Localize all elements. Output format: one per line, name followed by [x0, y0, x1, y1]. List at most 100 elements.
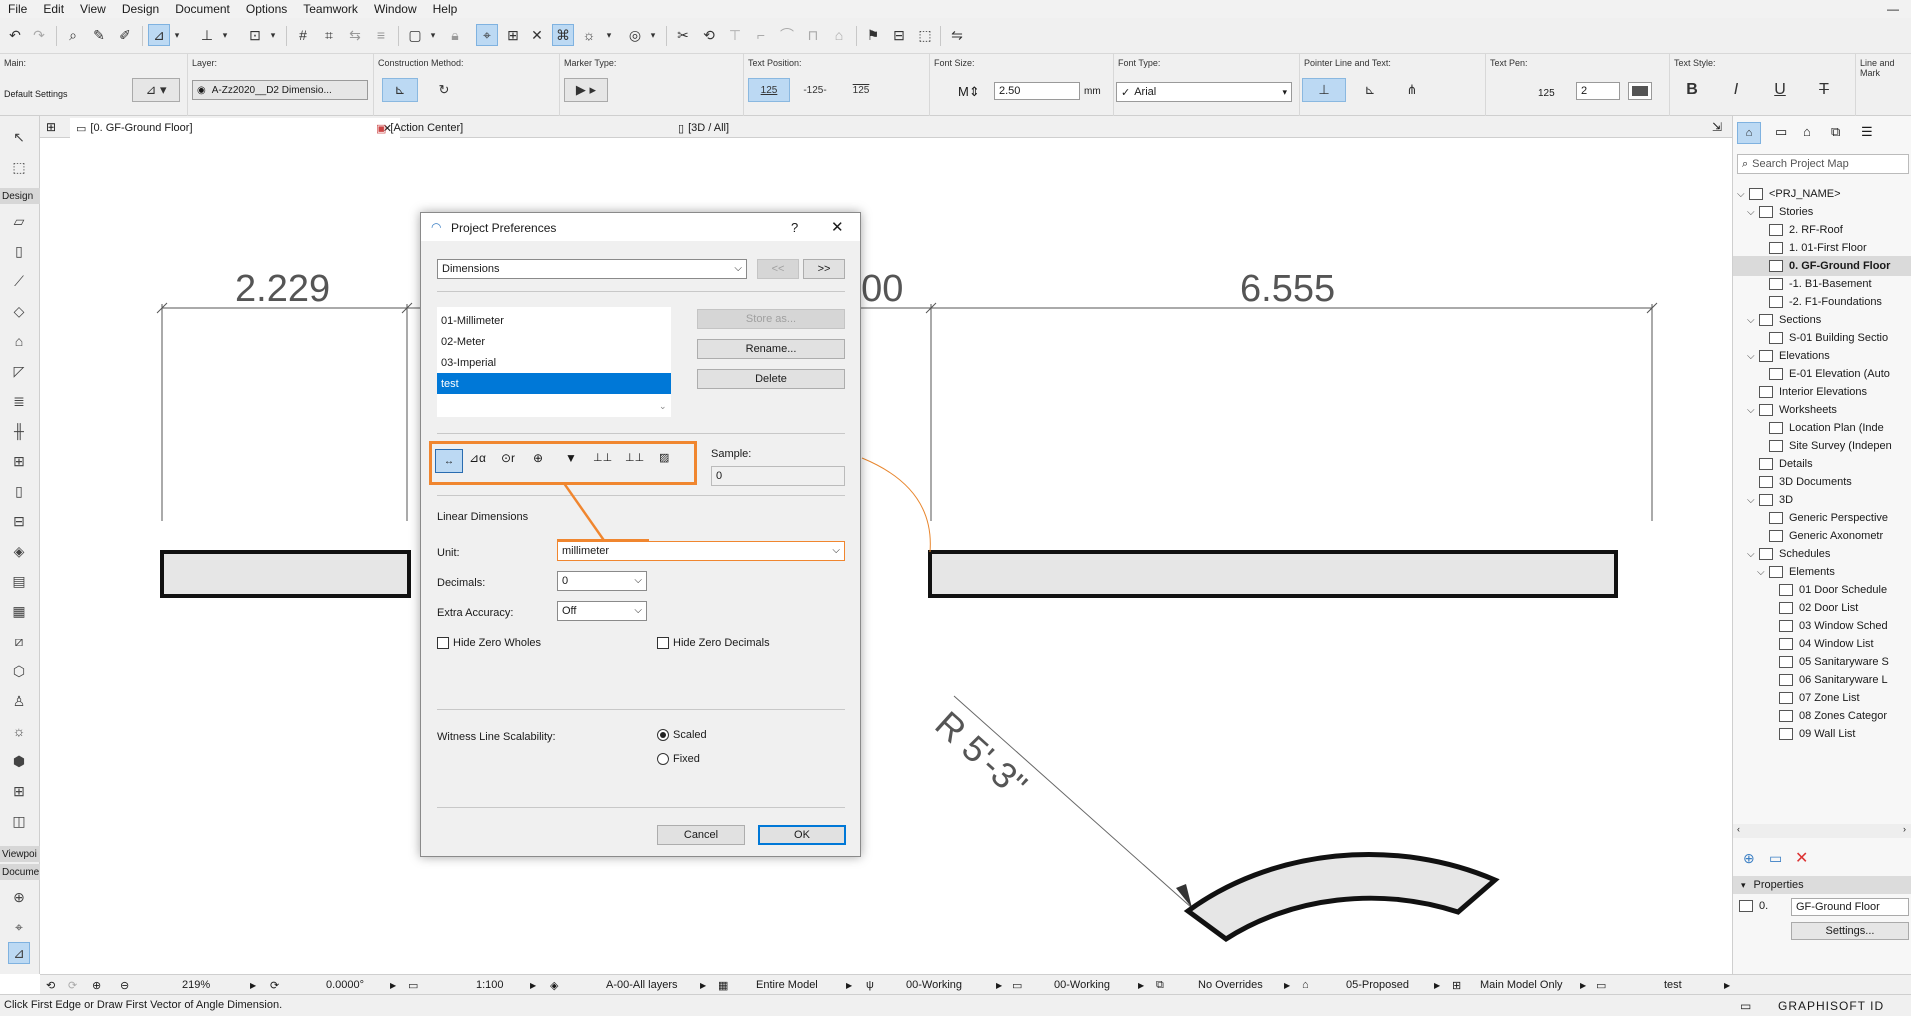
level-dimension-tool-icon[interactable]: ⌖ — [8, 916, 30, 938]
chevron-right-icon[interactable]: ▶ — [1434, 975, 1440, 995]
scissors-icon[interactable]: ✂ — [672, 24, 694, 46]
angular-dimension-type-icon[interactable]: ⊿α — [469, 451, 486, 465]
tree-item[interactable]: 01 Door Schedule — [1733, 580, 1911, 600]
column-tool-icon[interactable]: ▯ — [8, 240, 30, 262]
publisher-icon[interactable]: ⧉ — [1831, 124, 1840, 140]
mesh-tool-icon[interactable]: ⧄ — [8, 630, 30, 652]
tree-item[interactable]: Location Plan (Inde — [1733, 418, 1911, 438]
menu-help[interactable]: Help — [425, 2, 466, 16]
settings-button[interactable]: Settings... — [1791, 922, 1909, 940]
wall-tool-icon[interactable]: ▱ — [8, 210, 30, 232]
chevron-right-icon[interactable]: ▶ — [996, 975, 1002, 995]
chevron-right-icon[interactable]: ▶ — [530, 975, 536, 995]
chevron-right-icon[interactable]: ▶ — [846, 975, 852, 995]
tree-item[interactable]: ⌵ Sections — [1733, 310, 1911, 330]
wall-end-tool-icon[interactable]: ◫ — [8, 810, 30, 832]
project-map-icon[interactable]: ⌂ — [1737, 122, 1761, 144]
redo-icon[interactable]: ↷ — [28, 24, 50, 46]
marquee-tool-icon[interactable]: ⬚ — [8, 156, 30, 178]
textpos-below-button[interactable]: 125 — [840, 78, 882, 102]
search-project-map[interactable]: ⌕ Search Project Map — [1737, 154, 1909, 174]
tree-scrollbar[interactable]: ‹ › — [1733, 824, 1911, 838]
italic-button[interactable]: I — [1718, 78, 1754, 102]
view-map-icon[interactable]: ▭ — [1775, 124, 1787, 140]
tree-item[interactable]: 08 Zones Categor — [1733, 706, 1911, 726]
zoom-redo-icon[interactable]: ⟳ — [68, 975, 77, 995]
delete-button[interactable]: Delete — [697, 369, 845, 389]
tree-item[interactable]: 04 Window List — [1733, 634, 1911, 654]
view-mode-icon[interactable]: ▢ — [404, 24, 426, 46]
pointer-both-button[interactable]: ⋔ — [1394, 78, 1430, 102]
tree-item[interactable]: 05 Sanitaryware S — [1733, 652, 1911, 672]
graphisoft-id-label[interactable]: GRAPHISOFT ID — [1778, 999, 1884, 1013]
structure-value[interactable]: Main Model Only — [1480, 975, 1563, 995]
drawing-canvas[interactable]: 2.229 900 6.555 R 5'-3" — [40, 138, 1732, 960]
magic-wand-icon[interactable]: ⌖ — [476, 24, 498, 46]
hide-zero-decimals-checkbox[interactable]: Hide Zero Decimals — [657, 637, 770, 650]
chevron-down-icon[interactable]: ▾ — [604, 24, 614, 46]
pen-set-value[interactable]: 00-Working — [906, 975, 962, 995]
scheme-item-millimeter[interactable]: 01-Millimeter — [439, 311, 661, 331]
decimals-select[interactable]: 0 ⌵ — [557, 571, 647, 591]
text-pen-input[interactable]: 2 — [1576, 82, 1620, 100]
font-type-select[interactable]: ✓ Arial ▾ — [1116, 82, 1292, 102]
scaled-radio[interactable]: Scaled — [657, 729, 707, 742]
chevron-down-icon[interactable]: ▾ — [220, 24, 230, 46]
suspend-groups-icon[interactable]: ⌗ — [318, 24, 340, 46]
delete-icon[interactable]: ✕ — [1795, 848, 1808, 868]
underline-button[interactable]: U — [1762, 78, 1798, 102]
snap-icon[interactable]: ⊡ — [244, 24, 266, 46]
marker-type-select[interactable]: ▶ ▸ — [564, 78, 608, 102]
tree-item[interactable]: ⌵ Worksheets — [1733, 400, 1911, 420]
tree-item[interactable]: -1. B1-Basement — [1733, 274, 1911, 294]
publish-icon[interactable]: ⬚ — [914, 24, 936, 46]
ok-button[interactable]: OK — [758, 825, 846, 845]
menu-design[interactable]: Design — [114, 2, 167, 16]
grid-icon[interactable]: # — [292, 24, 314, 46]
skylight-tool-icon[interactable]: ◈ — [8, 540, 30, 562]
property-name-input[interactable]: GF-Ground Floor — [1791, 898, 1909, 916]
object-tool-icon[interactable]: ▤ — [8, 570, 30, 592]
tab-3d-all[interactable]: ▯ [3D / All] — [672, 118, 972, 138]
bold-button[interactable]: B — [1674, 78, 1710, 102]
tree-item[interactable]: 2. RF-Roof — [1733, 220, 1911, 240]
folder-icon[interactable]: ▭ — [1769, 850, 1782, 867]
properties-header[interactable]: ▾ Properties — [1733, 876, 1911, 894]
zone-tool-icon[interactable]: ▦ — [8, 600, 30, 622]
tree-item[interactable]: 03 Window Sched — [1733, 616, 1911, 636]
wall-right[interactable] — [928, 550, 1618, 598]
find-select-icon[interactable]: ⌕ — [62, 24, 84, 46]
add-view-icon[interactable]: ⊕ — [1743, 850, 1755, 867]
help-icon[interactable]: ? — [791, 220, 798, 235]
flag-icon[interactable]: ⚑ — [862, 24, 884, 46]
split-icon[interactable]: ⊤ — [724, 24, 746, 46]
chevron-down-icon[interactable]: ⌵ — [1747, 351, 1759, 362]
rename-button[interactable]: Rename... — [697, 339, 845, 359]
scale-value[interactable]: 1:100 — [476, 975, 504, 995]
tree-item[interactable]: Generic Axonometr — [1733, 526, 1911, 546]
tab-overview-icon[interactable]: ⊞ — [46, 120, 56, 134]
layer-select[interactable]: ◉ A-Zz2020__D2 Dimensio... — [192, 80, 368, 100]
roof-tool-icon[interactable]: ⌂ — [8, 330, 30, 352]
dialog-titlebar[interactable]: ◠ Project Preferences ? ✕ — [421, 213, 860, 241]
tree-item[interactable]: ⌵ Stories — [1733, 202, 1911, 222]
grid-tool-icon[interactable]: ⊞ — [8, 780, 30, 802]
construction-rotate-button[interactable]: ↻ — [426, 78, 462, 102]
chevron-down-icon[interactable]: ▾ — [648, 24, 658, 46]
pointer-none-button[interactable]: ⊥ — [1302, 78, 1346, 102]
construction-linear-button[interactable]: ⊾ — [382, 78, 418, 102]
person-tool-icon[interactable]: ♙ — [8, 690, 30, 712]
menu-teamwork[interactable]: Teamwork — [295, 2, 366, 16]
minimize-icon[interactable]: — — [1887, 2, 1899, 16]
level-dimension-type-icon[interactable]: ⊕ — [533, 451, 543, 465]
tree-item[interactable]: 07 Zone List — [1733, 688, 1911, 708]
chevron-down-icon[interactable]: ⌵ — [1737, 189, 1749, 200]
chevron-right-icon[interactable]: ▶ — [700, 975, 706, 995]
angle-value[interactable]: 0.0000° — [326, 975, 364, 995]
textpos-above-button[interactable]: 125 — [748, 78, 790, 102]
textpos-middle-button[interactable]: -125- — [794, 78, 836, 102]
cube-tool-icon[interactable]: ⬢ — [8, 750, 30, 772]
previous-page-button[interactable]: << — [757, 259, 799, 279]
door-tool-icon[interactable]: ▯ — [8, 480, 30, 502]
sun-icon[interactable]: ☼ — [578, 24, 600, 46]
